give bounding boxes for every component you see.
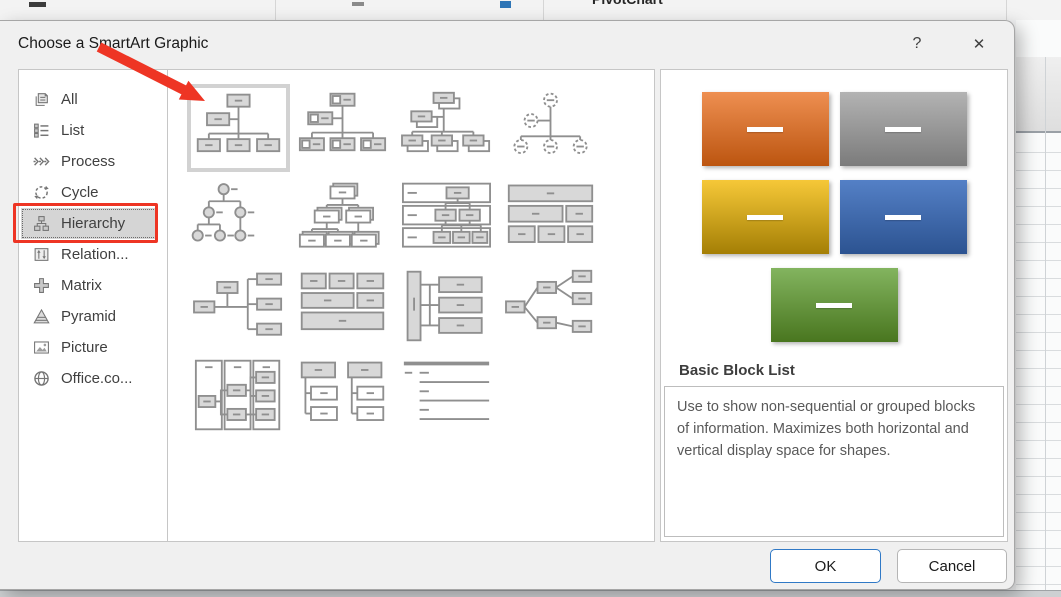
layout-thumbnail-hierarchy-list[interactable] — [395, 262, 498, 350]
layout-thumbnail-name-and-title-organization-chart[interactable] — [291, 84, 394, 172]
sidebar-item-label: Matrix — [61, 277, 102, 294]
layout-thumbnail-circle-organization-chart[interactable] — [499, 84, 602, 172]
sidebar-item-label: Hierarchy — [61, 215, 125, 232]
gray-block — [840, 92, 967, 166]
sidebar-item-label: Process — [61, 153, 115, 170]
excel-ribbon-strip: PivotChart — [0, 0, 1061, 20]
sidebar-item-label: Cycle — [61, 184, 99, 201]
ribbon-divider — [275, 0, 276, 20]
ribbon-icon-fragment — [29, 2, 46, 7]
sidebar-item-label: All — [61, 91, 78, 108]
cycle-icon — [33, 184, 50, 201]
layout-thumbnail-horizontal-organization-chart[interactable] — [187, 262, 290, 350]
ribbon-divider — [1006, 0, 1007, 20]
close-icon: ✕ — [973, 35, 986, 53]
hierarchy-icon — [33, 215, 50, 232]
sidebar-item-all[interactable]: All — [21, 84, 157, 115]
cancel-button[interactable]: Cancel — [897, 549, 1007, 583]
sidebar-item-process[interactable]: Process — [21, 146, 157, 177]
dialog-titlebar: Choose a SmartArt Graphic ? ✕ — [0, 21, 1014, 67]
sidebar-item-label: Relation... — [61, 246, 129, 263]
block-text-placeholder — [816, 303, 852, 308]
pyramid-icon — [33, 308, 50, 325]
help-button[interactable]: ? — [898, 29, 936, 59]
smartart-dialog: Choose a SmartArt Graphic ? ✕ All List Pro… — [0, 20, 1015, 590]
layout-thumbnail-stacked-box-hierarchy[interactable] — [291, 173, 394, 261]
sidebar-item-label: Office.co... — [61, 370, 132, 387]
dialog-title: Choose a SmartArt Graphic — [0, 35, 208, 53]
layout-thumbnail-grouped-list[interactable] — [291, 351, 394, 439]
layout-description: Use to show non-sequential or grouped bl… — [664, 386, 1004, 537]
sidebar-item-relationship[interactable]: Relation... — [21, 239, 157, 270]
all-icon — [33, 91, 50, 108]
green-block — [771, 268, 898, 342]
layout-thumbnail-circle-hierarchy[interactable] — [187, 173, 290, 261]
relationship-icon — [33, 246, 50, 263]
category-sidebar: All List Process Cycle Hierarchy Relation... M… — [19, 70, 168, 541]
layout-thumbnail-block-hierarchy[interactable] — [291, 262, 394, 350]
matrix-icon — [33, 277, 50, 294]
block-text-placeholder — [747, 127, 783, 132]
sidebar-item-hierarchy[interactable]: Hierarchy — [21, 208, 157, 239]
ribbon-divider — [543, 0, 544, 20]
layout-name: Basic Block List — [679, 362, 1007, 379]
sidebar-item-matrix[interactable]: Matrix — [21, 270, 157, 301]
close-button[interactable]: ✕ — [960, 29, 998, 59]
grid-rows — [1016, 135, 1061, 597]
list-icon — [33, 122, 50, 139]
yellow-block — [702, 180, 829, 254]
dialog-main-panel: All List Process Cycle Hierarchy Relation... M… — [18, 69, 655, 542]
help-icon: ? — [913, 35, 922, 53]
layout-thumbnail-picture-organization-chart[interactable] — [395, 84, 498, 172]
column-header — [1016, 57, 1061, 133]
sidebar-item-pyramid[interactable]: Pyramid — [21, 301, 157, 332]
preview-graphic — [661, 70, 1007, 356]
layout-thumbnail-organization-chart[interactable] — [187, 84, 290, 172]
layout-gallery — [168, 70, 654, 541]
blue-block — [840, 180, 967, 254]
globe-icon — [33, 370, 50, 387]
picture-icon — [33, 339, 50, 356]
ribbon-label-fragment: PivotChart — [592, 0, 663, 7]
block-text-placeholder — [885, 215, 921, 220]
sidebar-item-cycle[interactable]: Cycle — [21, 177, 157, 208]
block-text-placeholder — [747, 215, 783, 220]
layout-thumbnail-table-name-hierarchy[interactable] — [395, 173, 498, 261]
ok-button[interactable]: OK — [770, 549, 881, 583]
layout-thumbnail-table-hierarchy[interactable] — [499, 173, 602, 261]
sidebar-item-office[interactable]: Office.co... — [21, 363, 157, 394]
layout-thumbnail-horizontal-hierarchy[interactable] — [499, 262, 602, 350]
pivotchart-icon — [500, 1, 511, 8]
preview-panel: Basic Block List Use to show non-sequent… — [660, 69, 1008, 542]
orange-block — [702, 92, 829, 166]
sidebar-item-picture[interactable]: Picture — [21, 332, 157, 363]
sidebar-item-label: Pyramid — [61, 308, 116, 325]
block-text-placeholder — [885, 127, 921, 132]
window-bottom-edge — [0, 590, 1061, 597]
layout-thumbnail-lined-list[interactable] — [395, 351, 498, 439]
layout-thumbnail-column-hierarchy-list[interactable] — [187, 351, 290, 439]
sidebar-item-label: List — [61, 122, 84, 139]
excel-worksheet — [1016, 20, 1061, 597]
ribbon-icon-fragment — [352, 2, 364, 6]
grid-column-line — [1045, 57, 1046, 597]
sidebar-item-label: Picture — [61, 339, 108, 356]
sidebar-item-list[interactable]: List — [21, 115, 157, 146]
process-icon — [33, 153, 50, 170]
